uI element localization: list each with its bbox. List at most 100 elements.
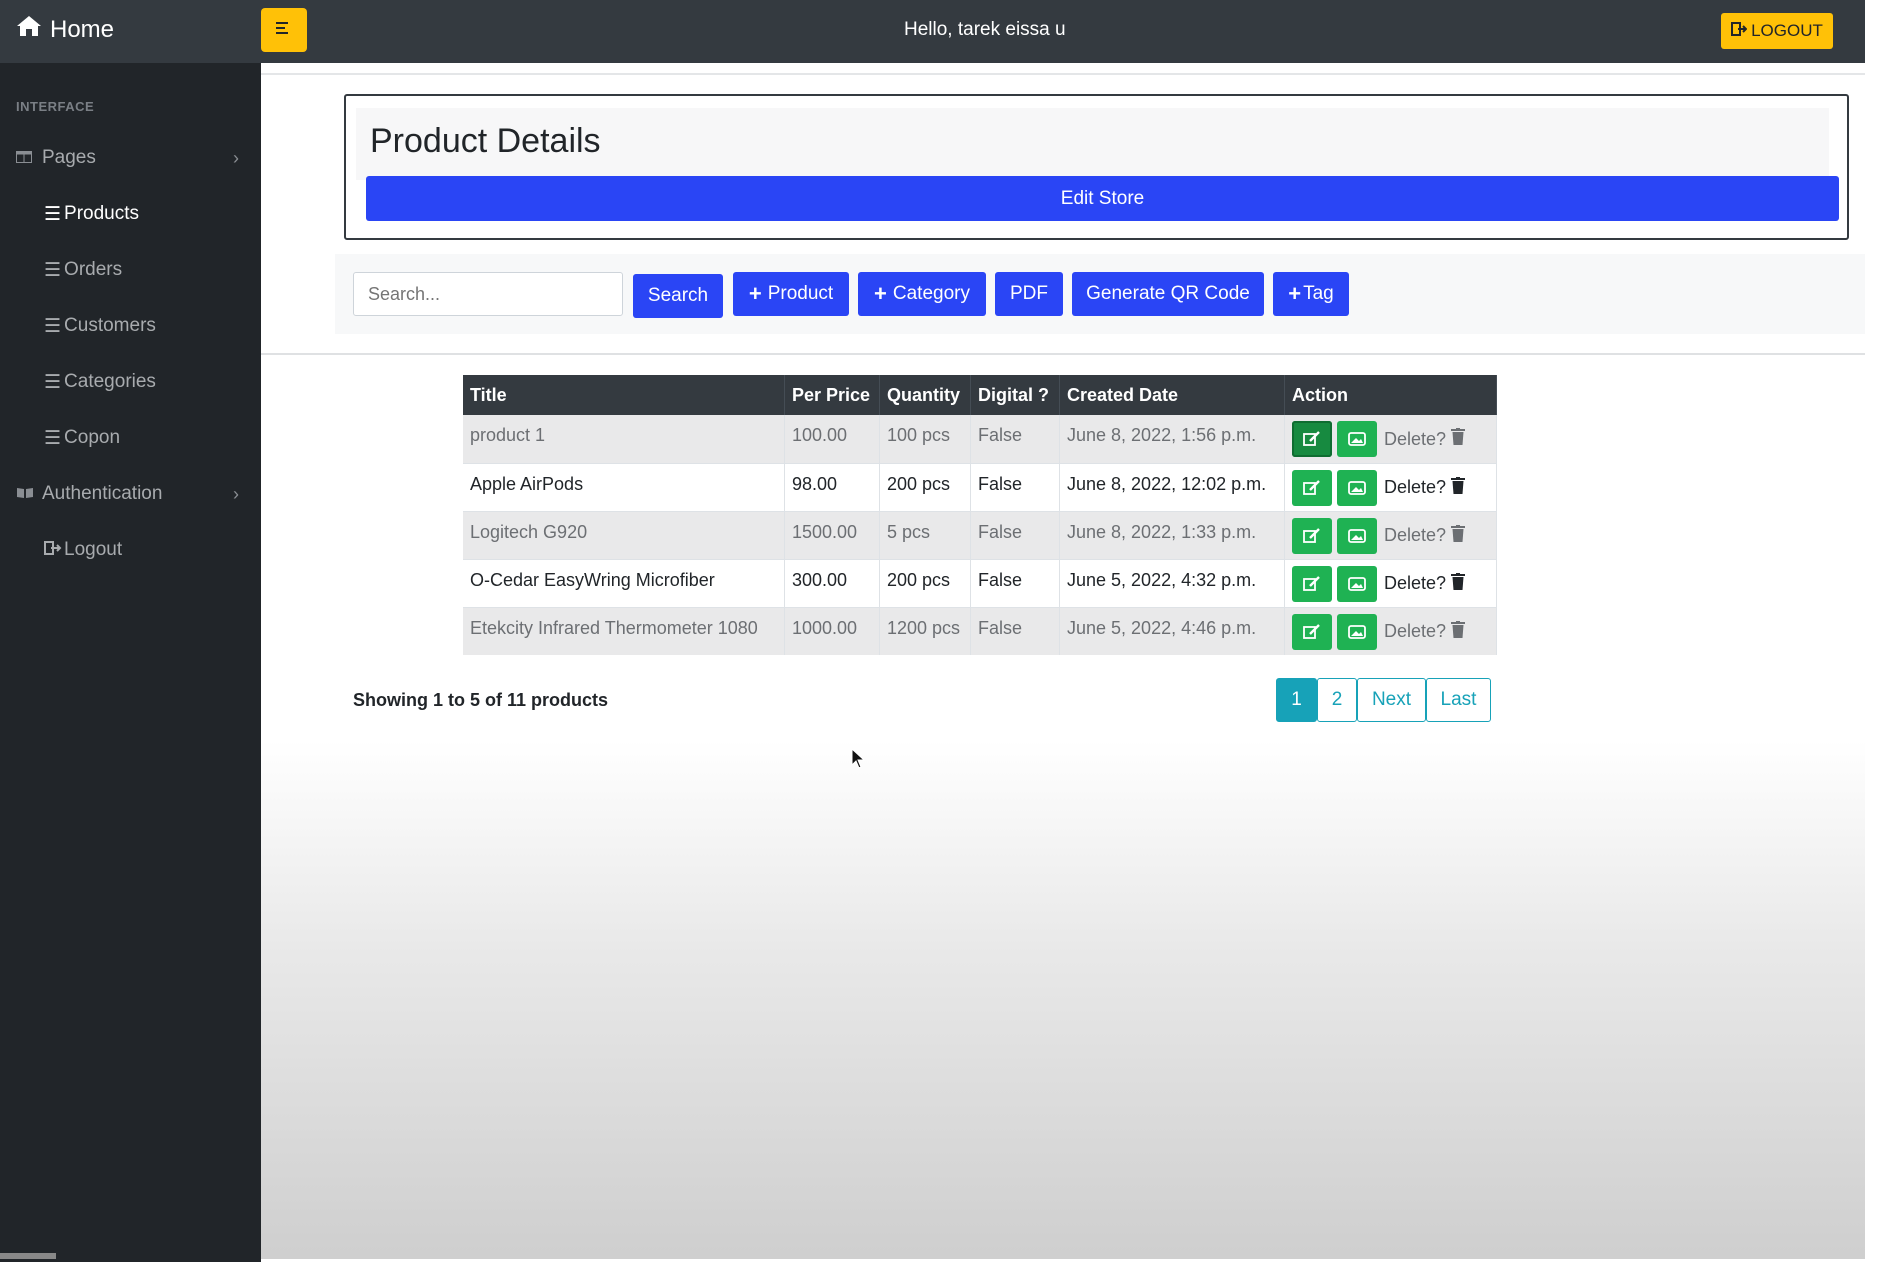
column-header-digital: Digital ? <box>970 375 1060 415</box>
edit-store-button[interactable]: Edit Store <box>366 176 1839 221</box>
sidebar-item-logout[interactable]: Logout <box>0 530 261 570</box>
next-page-button[interactable]: Next <box>1357 678 1426 722</box>
pdf-button[interactable]: PDF <box>995 272 1063 316</box>
sign-out-icon <box>44 539 62 561</box>
columns-icon <box>16 147 34 169</box>
cell-digital: False <box>970 462 1060 512</box>
cell-quantity: 200 pcs <box>879 462 971 512</box>
sidebar-item-label: Logout <box>64 539 123 560</box>
cell-title: Apple AirPods <box>463 462 785 512</box>
chevron-right-icon: › <box>233 147 239 168</box>
sidebar-item-authentication[interactable]: Authentication › <box>0 474 261 514</box>
sign-out-icon <box>1731 21 1748 41</box>
add-product-button[interactable]: + Product <box>733 272 849 316</box>
greeting-text: Hello, tarek eissa u <box>904 19 1066 40</box>
sidebar-item-label: Products <box>64 203 140 224</box>
image-icon <box>1348 480 1366 495</box>
products-table: Title Per Price Quantity Digital ? Creat… <box>463 375 1497 655</box>
column-header-title: Title <box>463 375 785 415</box>
cell-price: 1000.00 <box>784 607 880 655</box>
page-title: Product Details <box>370 122 601 160</box>
product-details-card: Product Details Edit Store <box>344 94 1849 240</box>
edit-button[interactable] <box>1292 517 1332 554</box>
sidebar-item-customers[interactable]: ☰ Customers <box>0 306 261 346</box>
sidebar-item-copon[interactable]: ☰ Copon <box>0 418 261 458</box>
horizontal-scrollbar[interactable] <box>261 1253 1865 1259</box>
delete-link[interactable]: Delete? <box>1384 621 1446 642</box>
image-button[interactable] <box>1337 421 1377 457</box>
cell-action: Delete? <box>1284 511 1497 559</box>
cell-created: June 8, 2022, 12:02 p.m. <box>1059 462 1285 512</box>
sidebar-toggle-button[interactable] <box>261 8 307 52</box>
logout-button[interactable]: LOGOUT <box>1721 13 1833 49</box>
image-button[interactable] <box>1337 517 1377 554</box>
sidebar-item-label: Copon <box>64 427 121 448</box>
image-icon <box>1348 432 1366 446</box>
delete-link[interactable]: Delete? <box>1384 477 1446 498</box>
cell-price: 300.00 <box>784 558 880 608</box>
page-2-button[interactable]: 2 <box>1317 678 1357 722</box>
image-button[interactable] <box>1337 565 1377 602</box>
delete-link[interactable]: Delete? <box>1384 573 1446 594</box>
trash-icon[interactable] <box>1451 572 1466 595</box>
table-row: Apple AirPods 98.00 200 pcs False June 8… <box>463 462 1497 512</box>
action-toolbar: Search + Product + Category PDF Generate… <box>335 254 1865 334</box>
add-category-button[interactable]: + Category <box>858 272 986 316</box>
generate-qr-button[interactable]: Generate QR Code <box>1072 272 1264 316</box>
image-button[interactable] <box>1337 613 1377 650</box>
sidebar-scrollbar-thumb[interactable] <box>0 1253 56 1259</box>
home-link[interactable]: Home <box>16 14 114 45</box>
divider <box>261 73 1865 75</box>
brand-label: Home <box>50 15 115 43</box>
sidebar-item-orders[interactable]: ☰ Orders <box>0 250 261 290</box>
cell-created: June 8, 2022, 1:56 p.m. <box>1059 415 1285 463</box>
sidebar-item-categories[interactable]: ☰ Categories <box>0 362 261 402</box>
sidebar-item-pages[interactable]: Pages › <box>0 138 261 178</box>
edit-icon <box>1303 527 1320 543</box>
image-button[interactable] <box>1337 469 1377 506</box>
image-icon <box>1348 624 1366 639</box>
table-header-row: Title Per Price Quantity Digital ? Creat… <box>463 375 1497 415</box>
edit-icon <box>1303 479 1320 495</box>
add-tag-label: Tag <box>1303 283 1334 304</box>
chevron-right-icon: › <box>233 483 239 504</box>
column-header-quantity: Quantity <box>879 375 971 415</box>
add-product-label: Product <box>767 283 834 304</box>
cell-digital: False <box>970 415 1060 463</box>
plus-icon: + <box>748 281 762 306</box>
list-icon: ☰ <box>44 259 62 281</box>
cell-digital: False <box>970 558 1060 608</box>
edit-icon <box>1303 623 1320 639</box>
cell-action: Delete? <box>1284 558 1497 608</box>
trash-icon[interactable] <box>1451 476 1466 499</box>
divider <box>261 353 1865 355</box>
cell-quantity: 100 pcs <box>879 415 971 463</box>
page-1-button[interactable]: 1 <box>1276 678 1317 722</box>
sidebar-item-label: Authentication <box>42 483 163 504</box>
pagination-summary: Showing 1 to 5 of 11 products <box>353 690 609 710</box>
trash-icon[interactable] <box>1451 428 1466 450</box>
edit-button[interactable] <box>1292 565 1332 602</box>
edit-button[interactable] <box>1292 421 1332 457</box>
cell-title: Etekcity Infrared Thermometer 1080 <box>463 607 785 655</box>
edit-button[interactable] <box>1292 613 1332 650</box>
sidebar-item-products[interactable]: ☰ Products <box>0 194 261 234</box>
cell-title: Logitech G920 <box>463 511 785 559</box>
trash-icon[interactable] <box>1451 620 1466 643</box>
search-input[interactable] <box>353 272 623 316</box>
sidebar-item-label: Categories <box>64 371 156 392</box>
delete-link[interactable]: Delete? <box>1384 525 1446 546</box>
sidebar: INTERFACE Pages › ☰ Products ☰ Orders ☰ … <box>0 63 261 1262</box>
edit-button[interactable] <box>1292 469 1332 506</box>
image-icon <box>1348 528 1366 543</box>
add-tag-button[interactable]: + Tag <box>1273 272 1349 316</box>
delete-link[interactable]: Delete? <box>1384 429 1446 450</box>
table-row: Etekcity Infrared Thermometer 1080 1000.… <box>463 607 1497 655</box>
last-page-button[interactable]: Last <box>1426 678 1491 722</box>
home-icon <box>16 14 42 45</box>
card-header: Product Details <box>356 108 1829 180</box>
top-navbar: Home Hello, tarek eissa u LOGOUT <box>0 0 1865 63</box>
sidebar-item-label: Pages <box>42 147 96 168</box>
trash-icon[interactable] <box>1451 524 1466 547</box>
search-button[interactable]: Search <box>633 274 723 318</box>
